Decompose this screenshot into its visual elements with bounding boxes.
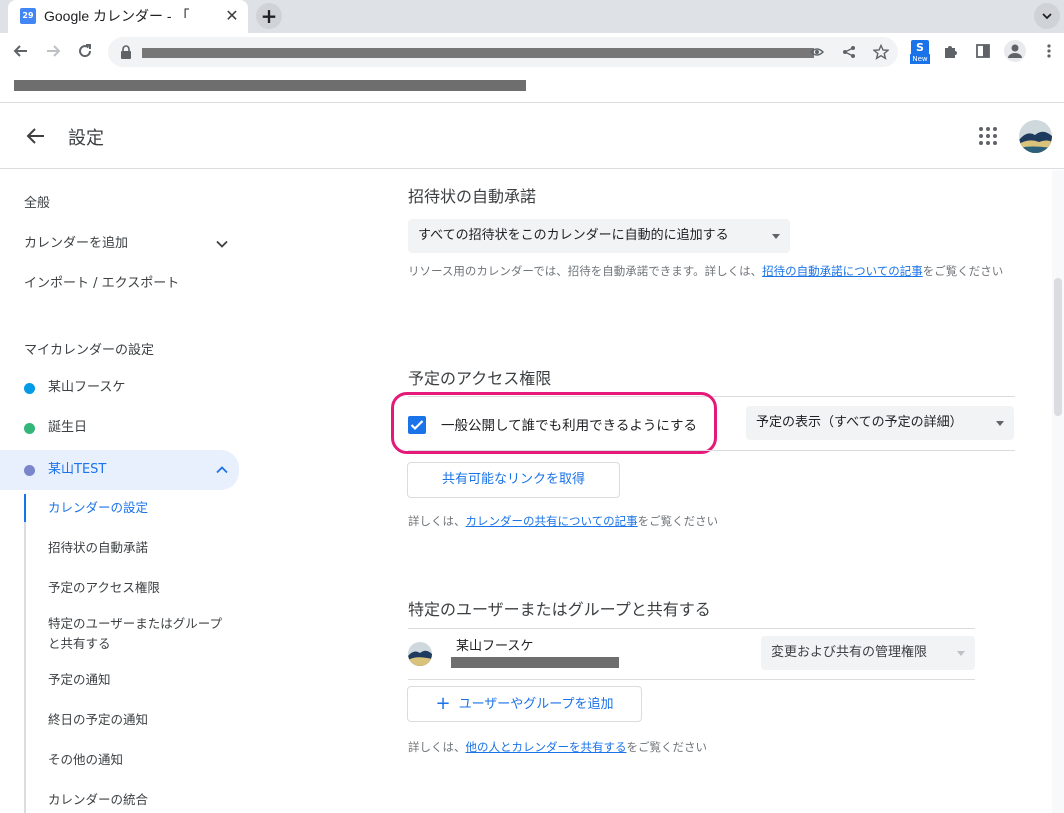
account-avatar[interactable] xyxy=(1019,120,1052,153)
browser-tab[interactable]: 29 Google カレンダー - 「 ✕ xyxy=(8,0,248,33)
back-nav-icon[interactable] xyxy=(8,38,34,64)
subnav-share-with-people[interactable]: 特定のユーザーまたはグループと共有する xyxy=(48,614,228,654)
share-help: 詳しくは、他の人とカレンダーを共有するをご覧ください xyxy=(408,740,707,754)
divider xyxy=(408,628,975,629)
sub-nav-active-indicator xyxy=(24,494,26,522)
calendar-label: 誕生日 xyxy=(48,420,88,435)
bookmarks-redacted xyxy=(14,80,526,91)
share-with-people-heading: 特定のユーザーまたはグループと共有する xyxy=(408,600,711,619)
google-calendar-favicon-icon: 29 xyxy=(20,8,36,24)
divider xyxy=(408,450,1015,451)
url-redacted xyxy=(142,48,814,58)
tab-search-button[interactable] xyxy=(1034,3,1060,29)
auto-accept-help: リソース用のカレンダーでは、招待を自動承諾できます。詳しくは、招待の自動承諾につ… xyxy=(408,264,1004,278)
auto-accept-help-link[interactable]: 招待の自動承諾についての記事 xyxy=(762,264,923,278)
sidebar-item-label: インポート / エクスポート xyxy=(24,276,180,291)
back-arrow-button[interactable] xyxy=(20,118,52,154)
extension-new-icon[interactable]: S New xyxy=(910,40,930,64)
back-arrow-icon xyxy=(26,128,44,144)
shared-user-name: 某山フースケ xyxy=(456,639,534,654)
access-permissions-heading: 予定のアクセス権限 xyxy=(408,369,552,388)
plus-icon: + xyxy=(435,693,451,714)
auto-accept-dropdown[interactable]: すべての招待状をこのカレンダーに自動的に追加する xyxy=(408,219,790,253)
share-with-others-help-link[interactable]: 他の人とカレンダーを共有する xyxy=(466,740,627,754)
sidebar-calendar-item-active[interactable]: 某山TEST xyxy=(0,450,239,490)
subnav-event-notifications[interactable]: 予定の通知 xyxy=(48,670,228,690)
subnav-allday-notifications[interactable]: 終日の予定の通知 xyxy=(48,710,228,730)
settings-main: 招待状の自動承諾 すべての招待状をこのカレンダーに自動的に追加する リソース用の… xyxy=(260,170,1064,813)
lock-icon xyxy=(121,45,131,59)
page-scrollbar[interactable] xyxy=(1052,170,1064,813)
auto-accept-heading: 招待状の自動承諾 xyxy=(408,187,537,206)
my-calendars-heading: マイカレンダーの設定 xyxy=(24,343,155,358)
tab-close-icon[interactable]: ✕ xyxy=(222,6,242,26)
new-tab-button[interactable]: + xyxy=(256,3,282,29)
calendar-sharing-help-link[interactable]: カレンダーの共有についての記事 xyxy=(466,514,638,528)
sidebar-item-general[interactable]: 全般 xyxy=(0,186,240,222)
sidebar-calendar-item[interactable]: 某山フースケ xyxy=(0,370,240,406)
browser-tab-strip: 29 Google カレンダー - 「 ✕ + xyxy=(0,0,1064,33)
dropdown-value: 変更および共有の管理権限 xyxy=(771,645,928,660)
calendar-label: 某山フースケ xyxy=(48,380,126,395)
chevron-down-icon xyxy=(212,226,232,262)
subnav-calendar-settings[interactable]: カレンダーの設定 xyxy=(48,498,228,518)
user-avatar xyxy=(408,642,432,666)
caret-down-icon xyxy=(957,651,965,656)
sidebar-item-add-calendar[interactable]: カレンダーを追加 xyxy=(0,226,240,262)
calendar-color-dot xyxy=(24,423,35,434)
scrollbar-thumb[interactable] xyxy=(1054,278,1062,416)
caret-down-icon xyxy=(772,234,780,239)
subnav-other-notifications[interactable]: その他の通知 xyxy=(48,750,228,770)
subnav-integrate-calendar[interactable]: カレンダーの統合 xyxy=(48,790,228,810)
dropdown-value: すべての招待状をこのカレンダーに自動的に追加する xyxy=(418,228,729,243)
divider xyxy=(408,679,975,680)
dropdown-value: 予定の表示（すべての予定の詳細） xyxy=(756,415,963,430)
profile-icon[interactable] xyxy=(1004,40,1026,62)
side-panel-icon[interactable] xyxy=(970,38,996,64)
reload-icon[interactable] xyxy=(72,38,98,64)
subnav-auto-accept[interactable]: 招待状の自動承諾 xyxy=(48,538,228,558)
subnav-access-permissions[interactable]: 予定のアクセス権限 xyxy=(48,578,228,598)
eye-icon[interactable] xyxy=(806,41,828,63)
calendar-color-dot xyxy=(24,383,35,394)
bookmarks-bar xyxy=(0,70,1064,103)
calendar-label: 某山TEST xyxy=(48,462,107,477)
settings-header: 設定 xyxy=(0,104,1064,169)
sub-nav-line xyxy=(24,494,26,813)
tab-title: Google カレンダー - 「 xyxy=(44,8,190,24)
google-apps-grid-icon[interactable] xyxy=(974,122,1002,150)
sidebar-item-label: 全般 xyxy=(24,196,51,211)
browser-toolbar: S New xyxy=(0,33,1064,70)
chevron-down-icon xyxy=(1042,13,1052,20)
page-title: 設定 xyxy=(68,128,104,149)
share-icon[interactable] xyxy=(838,41,860,63)
browser-menu-icon[interactable] xyxy=(1036,38,1062,64)
sidebar-calendar-item[interactable]: 誕生日 xyxy=(0,410,240,446)
chevron-up-icon xyxy=(212,450,232,490)
sidebar-item-import-export[interactable]: インポート / エクスポート xyxy=(0,266,240,302)
sidebar-item-label: カレンダーを追加 xyxy=(24,236,129,251)
extensions-puzzle-icon[interactable] xyxy=(938,38,964,64)
shared-user-email-redacted xyxy=(451,657,619,668)
forward-nav-icon[interactable] xyxy=(40,38,66,64)
highlight-annotation xyxy=(391,392,717,454)
permission-dropdown[interactable]: 変更および共有の管理権限 xyxy=(761,636,975,670)
add-people-button[interactable]: + ユーザーやグループを追加 xyxy=(407,686,642,722)
access-help: 詳しくは、カレンダーの共有についての記事をご覧ください xyxy=(408,514,719,528)
get-shareable-link-button[interactable]: 共有可能なリンクを取得 xyxy=(407,462,620,498)
bookmark-star-icon[interactable] xyxy=(870,41,892,63)
caret-down-icon xyxy=(996,421,1004,426)
address-bar[interactable] xyxy=(108,37,898,67)
calendar-color-dot xyxy=(24,465,35,476)
settings-sidebar: 全般 カレンダーを追加 インポート / エクスポート マイカレンダーの設定 某山… xyxy=(0,170,260,813)
visibility-dropdown[interactable]: 予定の表示（すべての予定の詳細） xyxy=(746,406,1014,440)
